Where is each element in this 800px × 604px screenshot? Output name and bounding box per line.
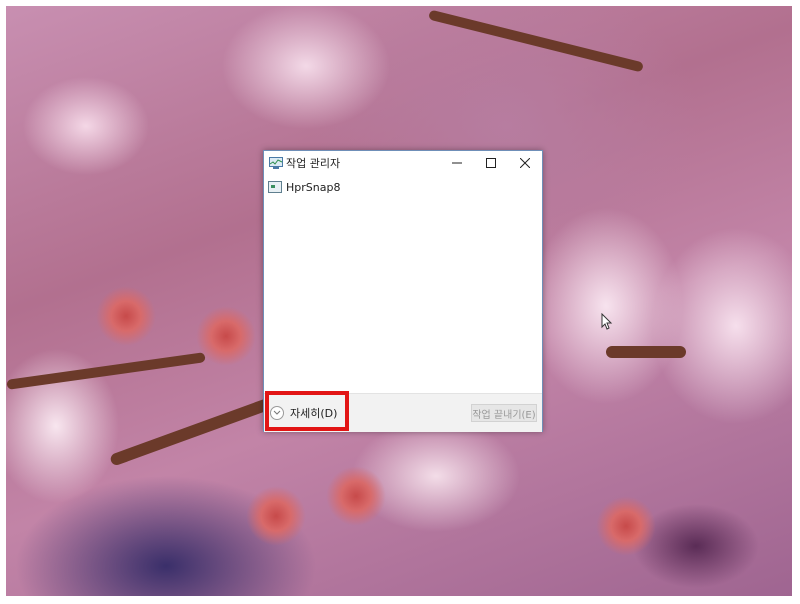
list-item[interactable]: HprSnap8	[268, 179, 340, 195]
window-title: 작업 관리자	[286, 157, 341, 170]
wallpaper-branch	[606, 346, 686, 358]
task-manager-window[interactable]: 작업 관리자 HprSnap8 자세히(D) 작업 끝내기(E)	[263, 150, 543, 432]
close-button[interactable]	[508, 151, 542, 175]
process-list[interactable]: HprSnap8	[264, 177, 542, 391]
wallpaper-flower	[246, 486, 306, 546]
minimize-icon	[452, 162, 462, 164]
wallpaper-flower	[326, 466, 386, 526]
title-bar[interactable]: 작업 관리자	[264, 151, 542, 175]
maximize-button[interactable]	[474, 151, 508, 175]
minimize-button[interactable]	[440, 151, 474, 175]
wallpaper-branch	[428, 9, 644, 73]
wallpaper-flower	[96, 286, 156, 346]
wallpaper-branch	[6, 352, 206, 390]
wallpaper-flower	[596, 496, 656, 556]
task-manager-icon	[269, 157, 283, 169]
close-icon	[520, 158, 530, 168]
annotation-highlight-box	[265, 391, 349, 431]
end-task-button[interactable]: 작업 끝내기(E)	[471, 404, 537, 422]
mouse-cursor-icon	[601, 313, 613, 330]
screenshot-frame: 작업 관리자 HprSnap8 자세히(D) 작업 끝내기(E)	[0, 0, 800, 604]
application-icon	[268, 181, 282, 193]
maximize-icon	[486, 158, 496, 168]
wallpaper-flower	[196, 306, 256, 366]
process-name: HprSnap8	[286, 180, 341, 194]
wallpaper-branch	[109, 397, 273, 467]
